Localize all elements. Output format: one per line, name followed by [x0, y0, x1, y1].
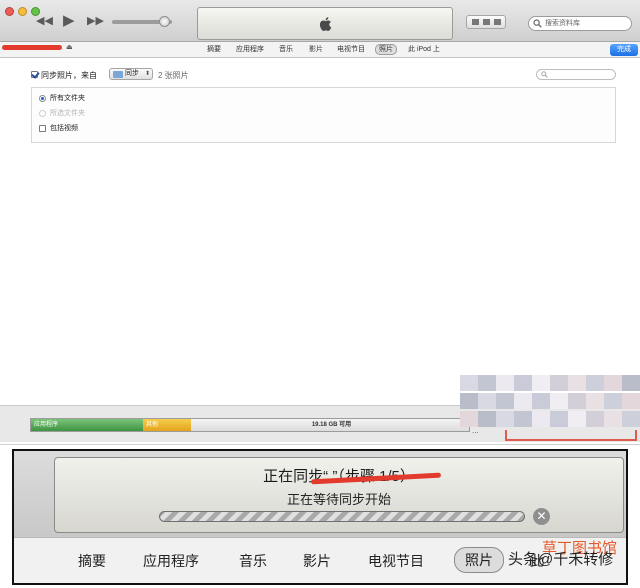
mosaic-tile — [496, 375, 514, 391]
selected-folders-radio[interactable] — [39, 110, 46, 117]
selected-folders-label: 所选文件夹 — [50, 110, 85, 117]
all-folders-label: 所有文件夹 — [50, 95, 85, 102]
zoom-tab-photos[interactable]: 照片 — [454, 547, 504, 573]
photo-count: 2 张照片 — [158, 71, 189, 80]
sync-button-highlight[interactable] — [505, 430, 637, 441]
search-input[interactable]: 搜索资料库 — [528, 16, 632, 31]
mosaic-tile — [478, 393, 496, 409]
zoom-tab-tv-shows[interactable]: 电视节目 — [368, 551, 424, 571]
zoomed-toolbar: 正在同步“ ”（步骤 1/5） 正在等待同步开始 ✕ — [14, 451, 626, 537]
photo-source-select[interactable]: 同步 ⬍ — [109, 68, 153, 80]
photo-options-panel: 所有文件夹 所选文件夹 包括视频 — [31, 87, 616, 143]
tab-apps[interactable]: 应用程序 — [236, 45, 264, 54]
tab-photos[interactable]: 照片 — [375, 44, 397, 55]
sync-status-display: 正在同步“ ”（步骤 1/5） 正在等待同步开始 ✕ — [54, 457, 624, 533]
zoom-tab-movies[interactable]: 影片 — [303, 551, 331, 571]
mosaic-tile — [478, 375, 496, 391]
include-videos-label: 包括视频 — [50, 125, 78, 132]
itunes-window: ◀◀ ▶ ▶▶ 搜索资料库 ⏏ 摘要 应用程序 音乐 影片 电视节目 照片 此 … — [0, 0, 640, 442]
search-icon — [533, 19, 542, 28]
mosaic-tile — [514, 375, 532, 391]
eject-icon[interactable]: ⏏ — [66, 43, 73, 51]
mosaic-tile — [604, 375, 622, 391]
mosaic-tile — [568, 393, 586, 409]
mosaic-tile — [514, 393, 532, 409]
mosaic-tile — [586, 411, 604, 427]
mosaic-tile — [568, 375, 586, 391]
mosaic-tile — [586, 375, 604, 391]
capacity-apps-segment: 应用程序 — [31, 419, 143, 431]
mosaic-tile — [622, 375, 640, 391]
folder-icon — [113, 71, 123, 78]
search-placeholder: 搜索资料库 — [545, 20, 580, 27]
sync-photos-label: 同步照片，来自 — [41, 71, 97, 80]
mosaic-tile — [550, 411, 568, 427]
tab-summary[interactable]: 摘要 — [207, 45, 221, 54]
tab-on-this-ipod[interactable]: 此 iPod 上 — [408, 45, 440, 54]
zoom-tab-music[interactable]: 音乐 — [239, 551, 267, 571]
mosaic-tile — [568, 411, 586, 427]
apple-icon — [319, 17, 332, 32]
capacity-bar: 应用程序 其他 19.18 GB 可用 — [30, 418, 470, 432]
cancel-sync-button[interactable]: ✕ — [533, 508, 550, 525]
zoom-tab-summary[interactable]: 摘要 — [78, 551, 106, 571]
forward-button[interactable]: ▶▶ — [87, 13, 104, 29]
include-videos-checkbox[interactable] — [39, 125, 46, 132]
mosaic-tile — [586, 393, 604, 409]
photo-search-input[interactable] — [536, 69, 616, 80]
pixelated-region — [460, 375, 640, 435]
close-window-button[interactable] — [5, 7, 14, 16]
tab-music[interactable]: 音乐 — [279, 45, 293, 54]
done-button[interactable]: 完成 — [610, 44, 638, 56]
tab-movies[interactable]: 影片 — [309, 45, 323, 54]
play-button[interactable]: ▶ — [63, 12, 75, 28]
sync-photos-row: 同步照片，来自 同步 ⬍ 2 张照片 — [31, 68, 591, 82]
mosaic-tile — [460, 375, 478, 391]
mosaic-tile — [478, 411, 496, 427]
mosaic-tile — [604, 411, 622, 427]
photo-source-value: 同步 — [125, 70, 139, 77]
mosaic-tile — [550, 393, 568, 409]
mosaic-tile — [496, 393, 514, 409]
search-icon — [541, 71, 548, 78]
redaction-mark — [2, 45, 62, 50]
view-switcher[interactable] — [466, 15, 506, 29]
mosaic-tile — [532, 411, 550, 427]
grid-view-icon — [483, 19, 490, 25]
rewind-button[interactable]: ◀◀ — [36, 13, 53, 29]
status-display — [197, 7, 453, 40]
ellipsis: ... — [472, 426, 479, 435]
mosaic-tile — [514, 411, 532, 427]
minimize-window-button[interactable] — [18, 7, 27, 16]
mosaic-tile — [532, 393, 550, 409]
mosaic-tile — [460, 411, 478, 427]
mosaic-tile — [460, 393, 478, 409]
mosaic-tile — [622, 411, 640, 427]
mosaic-tile — [496, 411, 514, 427]
mosaic-tile — [532, 375, 550, 391]
mosaic-tile — [622, 393, 640, 409]
capacity-free-segment: 19.18 GB 可用 — [191, 419, 469, 431]
divider — [0, 444, 640, 445]
mosaic-tile — [604, 393, 622, 409]
mosaic-tile — [550, 375, 568, 391]
sync-progress-bar — [159, 511, 525, 522]
sync-photos-checkbox[interactable] — [31, 71, 38, 78]
tab-tv-shows[interactable]: 电视节目 — [337, 45, 365, 54]
capacity-other-segment: 其他 — [143, 419, 191, 431]
zoom-tab-apps[interactable]: 应用程序 — [143, 551, 199, 571]
volume-slider-knob[interactable] — [159, 16, 170, 27]
toolbar: ◀◀ ▶ ▶▶ 搜索资料库 — [0, 0, 640, 42]
all-folders-radio[interactable] — [39, 95, 46, 102]
sync-status-subtitle: 正在等待同步开始 — [286, 492, 391, 507]
watermark: 头条@千禾转修 — [508, 551, 614, 568]
select-arrows-icon: ⬍ — [144, 71, 150, 77]
coverflow-view-icon — [494, 19, 501, 25]
tab-bar: ⏏ 摘要 应用程序 音乐 影片 电视节目 照片 此 iPod 上 完成 — [0, 42, 640, 58]
list-view-icon — [472, 19, 479, 25]
